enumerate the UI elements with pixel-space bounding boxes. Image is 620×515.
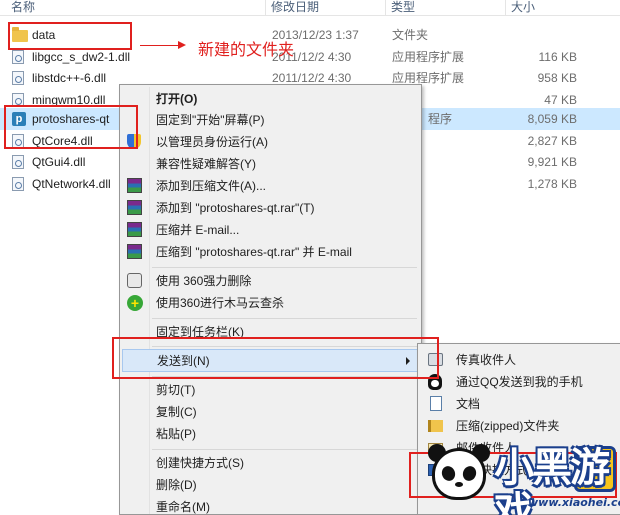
submenu-label: 通过QQ发送到我的手机 — [456, 375, 583, 389]
menu-add-to-archive[interactable]: 添加到压缩文件(A)... — [122, 175, 419, 197]
menu-compress-email[interactable]: 压缩并 E-mail... — [122, 219, 419, 241]
dll-icon — [12, 50, 26, 64]
submenu-label: 传真收件人 — [456, 353, 517, 367]
panda-icon — [432, 448, 486, 500]
menu-label: 创建快捷方式(S) — [156, 456, 244, 470]
sendto-zip-folder[interactable]: 压缩(zipped)文件夹 — [420, 415, 619, 437]
file-name: libgcc_s_dw2-1.dll — [32, 50, 131, 64]
dll-icon — [12, 71, 26, 85]
column-divider[interactable] — [505, 0, 506, 16]
menu-label: 以管理员身份运行(A) — [156, 135, 268, 149]
annotation-arrowhead — [178, 41, 186, 49]
file-size: 958 KB — [537, 71, 577, 85]
file-size: 2,827 KB — [527, 134, 577, 148]
menu-separator — [152, 449, 417, 450]
panda-nose-icon — [455, 482, 463, 487]
menu-label: 使用 360强力删除 — [156, 274, 252, 288]
winrar-icon — [127, 200, 143, 216]
file-name: libstdc++-6.dll — [32, 71, 107, 85]
menu-label: 压缩并 E-mail... — [156, 223, 240, 237]
menu-rename[interactable]: 重命名(M) — [122, 496, 419, 515]
menu-compat-troubleshoot[interactable]: 兼容性疑难解答(Y) — [122, 153, 419, 175]
menu-label: 剪切(T) — [156, 383, 196, 397]
file-type: 程序 — [428, 112, 453, 126]
menu-add-to-rar[interactable]: 添加到 "protoshares-qt.rar"(T) — [122, 197, 419, 219]
menu-label: 兼容性疑难解答(Y) — [156, 157, 256, 171]
column-type-header[interactable]: 类型 — [388, 0, 415, 16]
360-delete-icon — [127, 273, 143, 289]
context-menu: 打开(O) 固定到"开始"屏幕(P) 以管理员身份运行(A) 兼容性疑难解答(Y… — [119, 84, 422, 515]
menu-paste[interactable]: 粘贴(P) — [122, 423, 419, 445]
sendto-qq-phone[interactable]: 通过QQ发送到我的手机 — [420, 371, 619, 393]
column-date-header[interactable]: 修改日期 — [268, 0, 319, 16]
submenu-label: 文档 — [456, 397, 481, 411]
dll-icon — [12, 155, 26, 169]
zip-folder-icon — [428, 418, 444, 434]
menu-label: 压缩到 "protoshares-qt.rar" 并 E-mail — [156, 245, 352, 259]
column-size-header[interactable]: 大小 — [508, 0, 535, 16]
menu-label: 添加到 "protoshares-qt.rar"(T) — [156, 201, 315, 215]
menu-label: 复制(C) — [156, 405, 197, 419]
watermark-url: www.xiaohei.com — [528, 496, 620, 509]
menu-delete[interactable]: 删除(D) — [122, 474, 419, 496]
menu-label: 固定到"开始"屏幕(P) — [156, 113, 265, 127]
menu-360-force-delete[interactable]: 使用 360强力删除 — [122, 270, 419, 292]
menu-label: 打开(O) — [156, 92, 198, 106]
file-name: QtNetwork4.dll — [32, 177, 111, 191]
file-size: 116 KB — [538, 50, 577, 64]
annotation-box-data — [8, 22, 132, 50]
menu-compress-rar-email[interactable]: 压缩到 "protoshares-qt.rar" 并 E-mail — [122, 241, 419, 263]
menu-label: 使用360进行木马云查杀 — [156, 296, 285, 310]
document-icon — [428, 396, 444, 412]
winrar-icon — [127, 244, 143, 260]
file-type: 文件夹 — [392, 28, 429, 42]
file-size: 8,059 KB — [527, 112, 577, 126]
menu-360-trojan-scan[interactable]: + 使用360进行木马云查杀 — [122, 292, 419, 314]
annotation-text: 新建的文件夹 — [198, 40, 295, 59]
annotation-box-selected-file — [4, 105, 138, 149]
sendto-documents[interactable]: 文档 — [420, 393, 619, 415]
menu-label: 粘贴(P) — [156, 427, 196, 441]
watermark-logo: 小黑游戏 www.xiaohei.com — [418, 440, 620, 515]
file-type: 应用程序扩展 — [392, 50, 465, 64]
file-size: 1,278 KB — [527, 177, 577, 191]
menu-separator — [152, 267, 417, 268]
file-name: QtGui4.dll — [32, 155, 86, 169]
menu-copy[interactable]: 复制(C) — [122, 401, 419, 423]
menu-create-shortcut[interactable]: 创建快捷方式(S) — [122, 452, 419, 474]
dll-icon — [12, 177, 26, 191]
column-divider[interactable] — [265, 0, 266, 16]
sendto-fax[interactable]: 传真收件人 — [420, 349, 619, 371]
menu-run-as-admin[interactable]: 以管理员身份运行(A) — [122, 131, 419, 153]
menu-separator — [152, 318, 417, 319]
360-scan-icon: + — [127, 295, 143, 311]
winrar-icon — [127, 178, 143, 194]
column-divider[interactable] — [385, 0, 386, 16]
menu-label: 重命名(M) — [156, 500, 210, 514]
file-size: 9,921 KB — [527, 155, 577, 169]
column-name-header[interactable]: 名称 — [8, 0, 35, 16]
menu-label: 删除(D) — [156, 478, 197, 492]
submenu-label: 压缩(zipped)文件夹 — [456, 419, 560, 433]
menu-open[interactable]: 打开(O) — [122, 88, 419, 110]
menu-label: 添加到压缩文件(A)... — [156, 179, 266, 193]
menu-cut[interactable]: 剪切(T) — [122, 379, 419, 401]
column-header: 名称 修改日期 类型 大小 — [0, 0, 620, 16]
winrar-icon — [127, 222, 143, 238]
file-size: 47 KB — [544, 93, 577, 107]
annotation-arrow — [140, 45, 180, 46]
menu-pin-to-start[interactable]: 固定到"开始"屏幕(P) — [122, 109, 419, 131]
annotation-box-send-to — [112, 337, 439, 379]
